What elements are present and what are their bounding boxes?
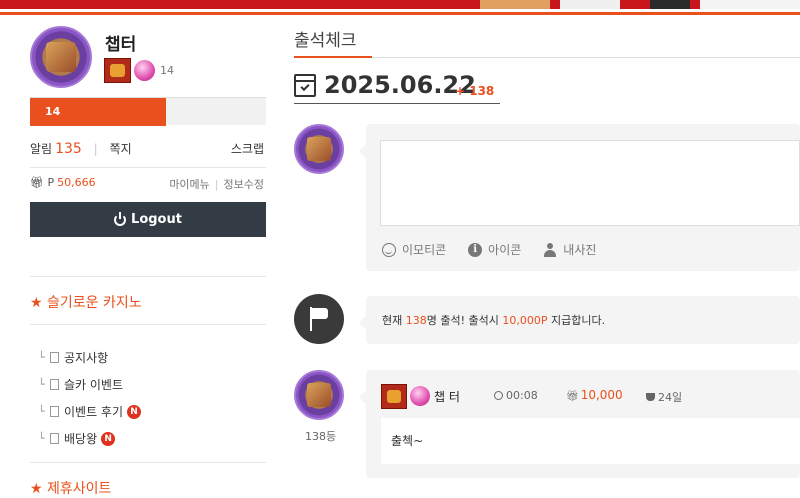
menu-item-label: 배당왕 (64, 432, 98, 446)
avatar-image (46, 42, 76, 72)
avatar[interactable] (30, 26, 92, 88)
attendance-entry: 챕 터 00:08 🎁︎ 10,000 24일 출첵~ (359, 370, 800, 478)
alarm-link[interactable]: 알림 (30, 142, 52, 156)
notice-text: 현재 138명 출석! 출석시 10,000P 지급합니다. (382, 314, 606, 327)
menu-item-event-review[interactable]: └ 이벤트 후기 N (38, 398, 266, 425)
entry-username[interactable]: 챕 터 (434, 388, 460, 405)
divider (30, 324, 266, 325)
level-number: 14 (160, 64, 174, 77)
level-badge-icon (104, 58, 131, 83)
menu-section-title[interactable]: ★ 슬기로운 카지노 (30, 292, 142, 312)
new-badge-icon: N (127, 404, 142, 419)
attendance-notice: 현재 138명 출석! 출석시 10,000P 지급합니다. (359, 296, 800, 344)
divider (30, 462, 266, 463)
smile-icon (382, 242, 396, 257)
attendance-date: 2025.06.22 (324, 71, 476, 99)
entry-days: 24일 (646, 389, 682, 405)
menu-item-event[interactable]: └ 슬카 이벤트 (38, 371, 266, 398)
avatar (294, 124, 344, 174)
menu-item-label: 이벤트 후기 (64, 405, 124, 419)
nickname: 챕터 (105, 35, 137, 55)
speech-arrow (359, 390, 366, 404)
avatar[interactable] (294, 370, 344, 420)
point-value[interactable]: 50,666 (57, 176, 96, 189)
message-link[interactable]: 쪽지 (110, 142, 132, 156)
icon-button[interactable]: 아이콘 (468, 241, 521, 258)
comment-text: 출첵~ (391, 434, 424, 448)
write-toolbar: 이모티콘 아이콘 내사진 (382, 241, 618, 258)
level-bar-label: 14 (45, 105, 61, 118)
logout-button[interactable]: Logout (30, 202, 266, 237)
clock-icon (494, 391, 503, 400)
level-badge-icon (381, 384, 407, 409)
divider: | (93, 142, 98, 156)
divider (30, 167, 266, 168)
emoticon-button[interactable]: 이모티콘 (382, 241, 446, 258)
my-menu-link[interactable]: 마이메뉴 (169, 178, 209, 191)
edit-info-link[interactable]: 정보수정 (224, 178, 264, 191)
user-icon (543, 242, 557, 257)
speech-arrow (359, 144, 366, 158)
entry-time: 00:08 (494, 389, 538, 402)
new-badge-icon: N (101, 431, 116, 446)
document-icon (50, 352, 59, 363)
trophy-icon (646, 393, 655, 401)
logout-label: Logout (131, 212, 182, 227)
tree-branch-icon: └ (38, 378, 45, 391)
tool-label: 이모티콘 (402, 243, 447, 257)
menu-item-dividend-king[interactable]: └ 배당왕 N (38, 425, 266, 452)
header-divider (0, 12, 800, 15)
menu-item-label: 공지사항 (64, 351, 109, 365)
entry-points: 🎁︎ 10,000 (566, 388, 623, 402)
tab-active-indicator (294, 56, 372, 58)
tab-attendance[interactable]: 출석체크 (294, 26, 357, 51)
divider: | (214, 178, 219, 191)
banner-image-part (650, 0, 690, 9)
tool-label: 아이콘 (488, 243, 522, 257)
tree-branch-icon: └ (38, 405, 45, 418)
document-icon (50, 379, 59, 390)
menu-item-label: 슬카 이벤트 (64, 378, 124, 392)
tree-branch-icon: └ (38, 351, 45, 364)
gift-icon: 🎁︎ (566, 391, 579, 402)
menu-list: └ 공지사항 └ 슬카 이벤트 └ 이벤트 후기 N └ 배당왕 N (38, 344, 266, 452)
avatar-image (307, 383, 331, 407)
level-progress-bar: 14 (30, 97, 266, 126)
banner-image-part (480, 0, 550, 9)
entry-meta: 챕 터 00:08 🎁︎ 10,000 24일 (381, 384, 800, 412)
partner-section-title[interactable]: ★ 제휴사이트 (30, 478, 111, 498)
menu-item-notice[interactable]: └ 공지사항 (38, 344, 266, 371)
gift-icon: 🎁︎ (30, 176, 44, 189)
attendance-count-badge: + 138 (455, 84, 495, 98)
entry-comment: 출첵~ (381, 418, 800, 464)
banner-image-part (700, 0, 800, 9)
point-prefix: P (47, 176, 55, 189)
level-progress-fill: 14 (30, 98, 166, 126)
speech-arrow (359, 316, 366, 330)
alarm-count[interactable]: 135 (55, 141, 82, 157)
document-icon (50, 406, 59, 417)
tree-branch-icon: └ (38, 432, 45, 445)
comment-textarea[interactable] (380, 140, 800, 226)
top-banner[interactable] (0, 0, 800, 9)
calendar-check-icon (294, 74, 316, 97)
document-icon (50, 433, 59, 444)
info-icon (468, 242, 483, 257)
date-underline (294, 103, 500, 104)
my-photo-button[interactable]: 내사진 (543, 241, 596, 258)
flag-icon (294, 294, 344, 344)
comment-write-box: 이모티콘 아이콘 내사진 (359, 124, 800, 271)
attendance-rank: 138등 (305, 430, 337, 443)
divider (30, 276, 266, 277)
pink-orb-icon (410, 386, 430, 406)
pink-orb-icon (134, 60, 155, 81)
point-row: 🎁︎ P 50,666 마이메뉴 | 정보수정 (30, 176, 266, 191)
banner-image-part (560, 0, 620, 9)
tool-label: 내사진 (563, 243, 597, 257)
avatar-image (307, 137, 331, 161)
scrap-link[interactable]: 스크랩 (231, 140, 264, 157)
notify-row: 알림 135 | 쪽지 스크랩 (30, 140, 266, 157)
power-icon (114, 211, 127, 226)
